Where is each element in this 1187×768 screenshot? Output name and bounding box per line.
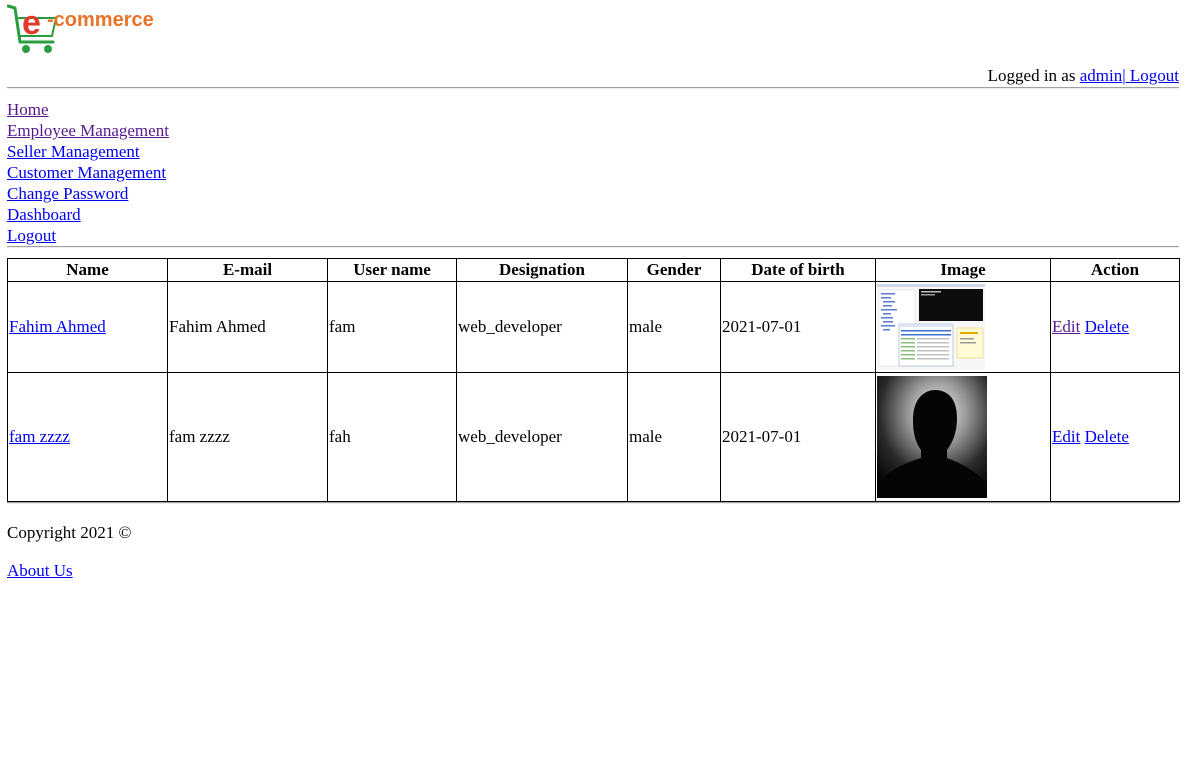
cell-username: fam <box>327 281 457 373</box>
employee-table: Name E-mail User name Designation Gender… <box>7 258 1180 502</box>
employee-name-link[interactable]: Fahim Ahmed <box>9 317 106 336</box>
column-header-gender: Gender <box>627 258 721 282</box>
column-header-email: E-mail <box>167 258 328 282</box>
copyright-text: Copyright 2021 © <box>7 523 132 542</box>
divider <box>7 246 1179 248</box>
nav-employee-management[interactable]: Employee Management <box>7 120 169 141</box>
cell-name: Fahim Ahmed <box>7 281 168 373</box>
cart-logo-icon: e -commerce <box>7 4 154 53</box>
divider <box>7 87 1179 89</box>
about-us-link[interactable]: About Us <box>7 561 73 580</box>
delete-link[interactable]: Delete <box>1085 317 1129 336</box>
table-row: Fahim Ahmed Fahim Ahmed fam web_develope… <box>7 281 1180 373</box>
cell-username: fah <box>327 372 457 502</box>
delete-link[interactable]: Delete <box>1085 427 1129 446</box>
nav-dashboard[interactable]: Dashboard <box>7 204 81 225</box>
nav-home[interactable]: Home <box>7 99 49 120</box>
cell-gender: male <box>627 372 721 502</box>
table-header-row: Name E-mail User name Designation Gender… <box>7 258 1180 282</box>
employee-photo <box>877 376 987 498</box>
cell-image <box>875 281 1051 373</box>
cell-dob: 2021-07-01 <box>720 281 876 373</box>
column-header-username: User name <box>327 258 457 282</box>
username-link[interactable]: admin <box>1080 66 1123 85</box>
cell-designation: web_developer <box>456 281 628 373</box>
column-header-designation: Designation <box>456 258 628 282</box>
cell-gender: male <box>627 281 721 373</box>
header-logout-link[interactable]: Logout <box>1126 66 1179 85</box>
cell-name: fam zzzz <box>7 372 168 502</box>
login-status: Logged in as admin| Logout <box>7 65 1179 87</box>
nav-customer-management[interactable]: Customer Management <box>7 162 166 183</box>
divider <box>7 502 1179 504</box>
column-header-dob: Date of birth <box>720 258 876 282</box>
edit-link[interactable]: Edit <box>1052 427 1080 446</box>
logo-text: -commerce <box>47 9 154 31</box>
cell-dob: 2021-07-01 <box>720 372 876 502</box>
nav-logout[interactable]: Logout <box>7 225 56 246</box>
edit-link[interactable]: Edit <box>1052 317 1080 336</box>
site-logo: e -commerce <box>7 0 1179 60</box>
employee-photo <box>877 284 985 370</box>
cell-action: Edit Delete <box>1050 281 1180 373</box>
main-nav: Home Employee Management Seller Manageme… <box>7 99 1179 246</box>
logged-in-label: Logged in as <box>987 66 1080 85</box>
nav-change-password[interactable]: Change Password <box>7 183 128 204</box>
cell-email: fam zzzz <box>167 372 328 502</box>
employee-name-link[interactable]: fam zzzz <box>9 427 70 446</box>
table-row: fam zzzz fam zzzz fah web_developer male… <box>7 372 1180 502</box>
cell-designation: web_developer <box>456 372 628 502</box>
svg-text:e: e <box>22 4 41 42</box>
column-header-name: Name <box>7 258 168 282</box>
cell-image <box>875 372 1051 502</box>
cell-action: Edit Delete <box>1050 372 1180 502</box>
cell-email: Fahim Ahmed <box>167 281 328 373</box>
nav-seller-management[interactable]: Seller Management <box>7 141 140 162</box>
column-header-image: Image <box>875 258 1051 282</box>
column-header-action: Action <box>1050 258 1180 282</box>
